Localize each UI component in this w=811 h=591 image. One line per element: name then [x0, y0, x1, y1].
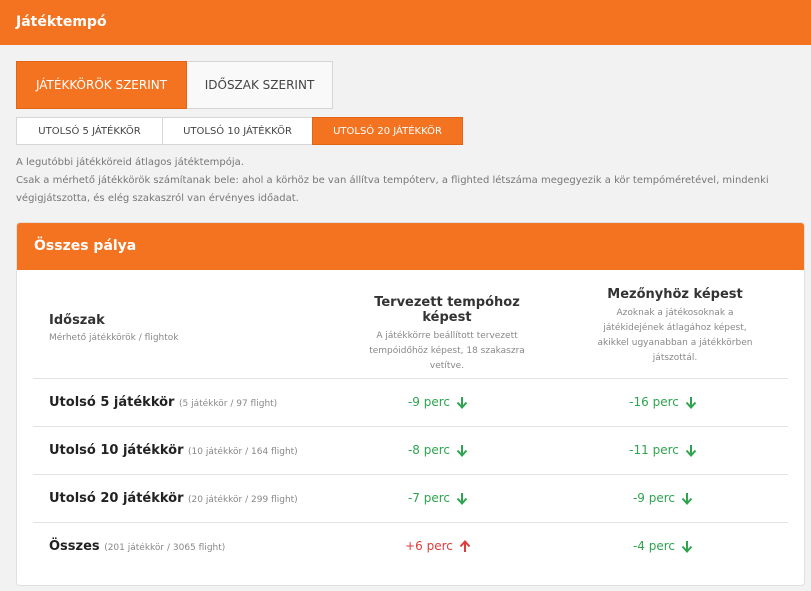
row-label: Összes (201 játékkör / 3065 flight) [49, 539, 226, 554]
column-header-period: Időszak Mérhető játékkörök / flightok [49, 313, 178, 343]
column-title-planned: Tervezett tempóhoz képest [374, 295, 520, 325]
card-header: Összes pálya [17, 223, 804, 270]
table-row: Utolsó 5 játékkör (5 játékkör / 97 fligh… [33, 378, 788, 426]
planned-value: -9 perc [358, 395, 518, 409]
row-sublabel: (10 játékkör / 164 flight) [188, 447, 298, 457]
tab-by-rounds[interactable]: JÁTÉKKÖRÖK SZERINT [16, 61, 187, 109]
column-subtitle-period: Mérhető játékkörök / flightok [49, 333, 179, 343]
description-line-2: Csak a mérhető játékkörök számítanak bel… [16, 175, 769, 204]
planned-value: -7 perc [358, 491, 518, 505]
pace-card: Összes pálya Időszak Mérhető játékkörök … [16, 222, 805, 586]
column-header-planned: Tervezett tempóhoz képest A játékkörre b… [352, 295, 542, 374]
row-sublabel: (5 játékkör / 97 flight) [179, 399, 278, 409]
row-label: Utolsó 10 játékkör (10 játékkör / 164 fl… [49, 443, 298, 458]
arrow-down-icon [456, 396, 468, 409]
description-line-1: A legutóbbi játékköreid átlagos játéktem… [16, 157, 244, 168]
mode-tabs: JÁTÉKKÖRÖK SZERINT IDŐSZAK SZERINT [16, 61, 333, 109]
column-subtitle-planned: A játékkörre beállított tervezett tempói… [369, 331, 525, 371]
arrow-down-icon [456, 492, 468, 505]
arrow-down-icon [456, 444, 468, 457]
table-row: Összes (201 játékkör / 3065 flight) +6 p… [33, 522, 788, 570]
row-sublabel: (20 játékkör / 299 flight) [188, 495, 298, 505]
field-value: -9 perc [583, 491, 743, 505]
page-title: Játéktempó [16, 14, 107, 30]
description: A legutóbbi játékköreid átlagos játéktem… [16, 154, 796, 208]
app-header: Játéktempó [0, 0, 811, 45]
range-tabs: UTOLSÓ 5 JÁTÉKKÖR UTOLSÓ 10 JÁTÉKKÖR UTO… [16, 117, 463, 145]
column-title-period: Időszak [49, 313, 105, 328]
field-value: -4 perc [583, 539, 743, 553]
arrow-down-icon [681, 492, 693, 505]
planned-value: -8 perc [358, 443, 518, 457]
field-value: -16 perc [583, 395, 743, 409]
field-value: -11 perc [583, 443, 743, 457]
tab-last-20[interactable]: UTOLSÓ 20 JÁTÉKKÖR [312, 117, 463, 145]
table-row: Utolsó 10 játékkör (10 játékkör / 164 fl… [33, 426, 788, 474]
arrow-down-icon [681, 540, 693, 553]
tab-last-5[interactable]: UTOLSÓ 5 JÁTÉKKÖR [16, 117, 163, 145]
column-header-field: Mezőnyhöz képest Azoknak a játékosoknak … [585, 287, 765, 366]
row-label: Utolsó 5 játékkör (5 játékkör / 97 fligh… [49, 395, 278, 410]
table-row: Utolsó 20 játékkör (20 játékkör / 299 fl… [33, 474, 788, 522]
tab-last-10[interactable]: UTOLSÓ 10 JÁTÉKKÖR [162, 117, 313, 145]
row-sublabel: (201 játékkör / 3065 flight) [104, 543, 226, 553]
planned-value: +6 perc [358, 539, 518, 553]
card-title: Összes pálya [34, 238, 137, 254]
arrow-down-icon [685, 444, 697, 457]
column-subtitle-field: Azoknak a játékosoknak a játékidejének á… [597, 308, 753, 363]
tab-by-period[interactable]: IDŐSZAK SZERINT [187, 61, 333, 109]
arrow-up-icon [459, 539, 471, 553]
row-label: Utolsó 20 játékkör (20 játékkör / 299 fl… [49, 491, 298, 506]
arrow-down-icon [685, 396, 697, 409]
column-title-field: Mezőnyhöz képest [607, 287, 743, 302]
